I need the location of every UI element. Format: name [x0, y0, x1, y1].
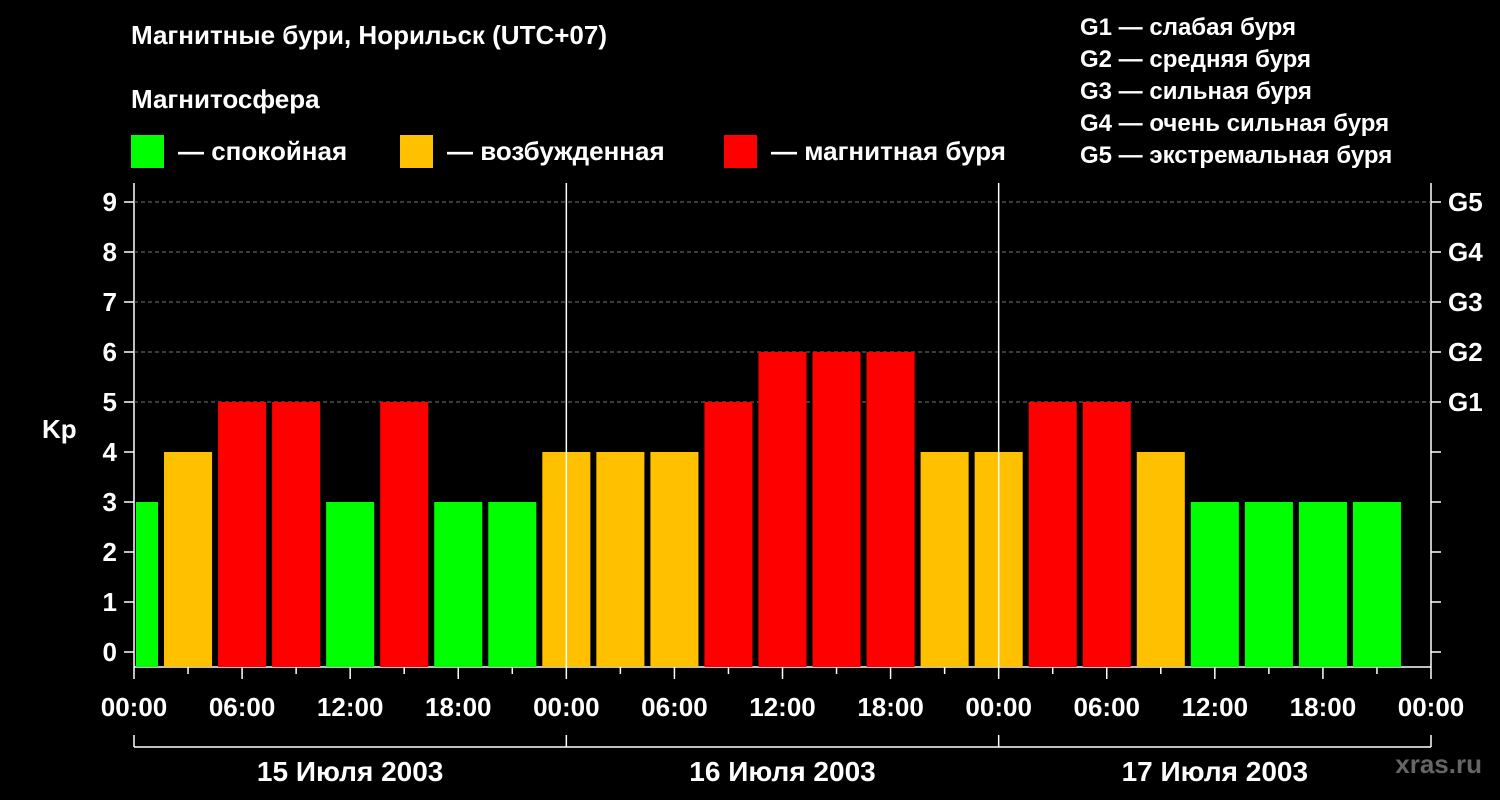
x-tick-label: 06:00	[209, 692, 276, 722]
g-scale-label: G3	[1448, 287, 1483, 317]
kp-bar-chart: 0 1 2 3 4 5 G1 6 G2 7 G3 8 G4 9 G5 Kp 00:00 06:00 12:00 18:…	[42, 183, 1483, 787]
kp-bar	[1190, 502, 1239, 667]
g-scale-label: G2	[1448, 337, 1483, 367]
kp-bar	[1028, 402, 1077, 667]
kp-bar	[650, 452, 699, 667]
x-tick-label: 06:00	[641, 692, 708, 722]
kp-bar	[1298, 502, 1347, 667]
y-tick-label: 7	[103, 287, 117, 317]
kp-bar	[1352, 502, 1401, 667]
watermark: xras.ru	[1395, 749, 1482, 779]
y-tick-label: 4	[103, 437, 118, 467]
x-tick-label: 18:00	[857, 692, 924, 722]
day-label: 16 Июля 2003	[689, 756, 875, 787]
y-tick-label: 3	[103, 487, 117, 517]
kp-bar	[380, 402, 429, 667]
kp-bar	[434, 502, 483, 667]
kp-bar	[596, 452, 645, 667]
kp-bar	[1136, 452, 1185, 667]
x-tick-label: 00:00	[533, 692, 600, 722]
kp-bar	[488, 502, 537, 667]
y-tick-label: 8	[103, 237, 117, 267]
x-tick-label: 00:00	[965, 692, 1032, 722]
kp-bar	[1244, 502, 1293, 667]
kp-bar	[272, 402, 321, 667]
kp-bar	[164, 452, 213, 667]
kp-bar	[136, 502, 159, 667]
kp-bar	[218, 402, 267, 667]
day-label: 15 Июля 2003	[257, 756, 443, 787]
y-tick-label: 1	[103, 587, 117, 617]
g-scale-label: G1	[1448, 387, 1483, 417]
kp-bar	[1082, 402, 1131, 667]
x-tick-label: 00:00	[1398, 692, 1465, 722]
kp-bar	[326, 502, 375, 667]
x-tick-label: 18:00	[1290, 692, 1357, 722]
x-tick-label: 12:00	[1182, 692, 1249, 722]
kp-bar	[866, 352, 915, 667]
y-tick-label: 6	[103, 337, 117, 367]
g-scale-label: G5	[1448, 187, 1483, 217]
kp-bar	[704, 402, 753, 667]
g-scale-label: G4	[1448, 237, 1483, 267]
x-tick-label: 06:00	[1074, 692, 1141, 722]
y-axis-title: Kp	[42, 414, 77, 444]
y-tick-label: 5	[103, 387, 117, 417]
x-tick-label: 00:00	[101, 692, 168, 722]
y-tick-label: 2	[103, 537, 117, 567]
day-label: 17 Июля 2003	[1122, 756, 1308, 787]
kp-bar	[920, 452, 969, 667]
kp-bar	[758, 352, 807, 667]
x-tick-label: 18:00	[425, 692, 492, 722]
kp-bar	[812, 352, 861, 667]
x-tick-label: 12:00	[317, 692, 384, 722]
y-tick-label: 9	[103, 187, 117, 217]
x-tick-label: 12:00	[749, 692, 816, 722]
y-tick-label: 0	[103, 637, 117, 667]
